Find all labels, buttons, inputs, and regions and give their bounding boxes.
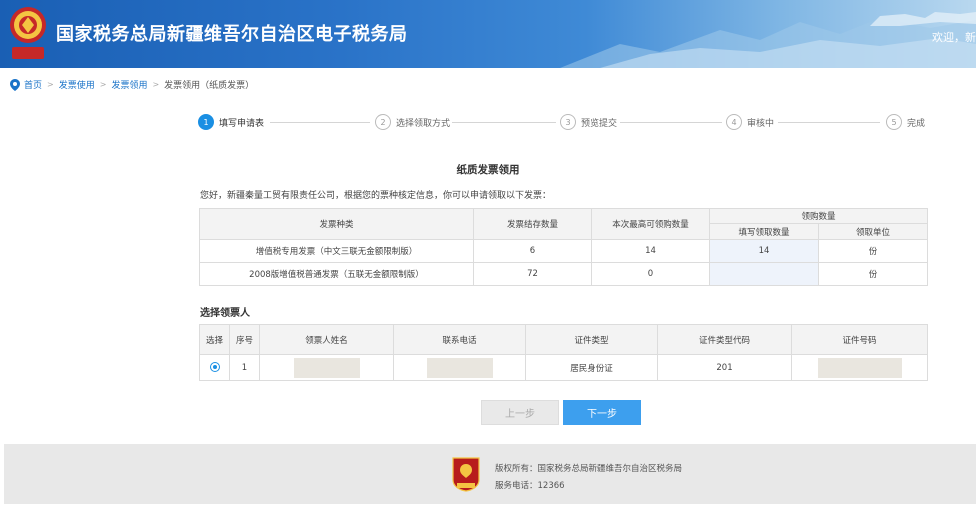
progress-stepper: 1 填写申请表 2 选择领取方式 3 预览提交 4 审核中 5 完成 [198, 114, 928, 132]
recipient-table: 选择 序号 领票人姓名 联系电话 证件类型 证件类型代码 证件号码 1 居民身份… [199, 324, 928, 381]
recipient-radio[interactable] [209, 362, 220, 373]
col-header-claim-group: 领购数量 [708, 208, 929, 224]
col-header-select: 选择 [199, 324, 230, 355]
breadcrumb: 首页 > 发票使用 > 发票领用 > 发票领用（纸质发票） [10, 78, 254, 91]
step-3-label: 预览提交 [581, 118, 618, 129]
col-header-seq: 序号 [229, 324, 260, 355]
redacted-name [293, 357, 360, 378]
next-step-button[interactable]: 下一步 [563, 400, 641, 425]
step-connector [452, 122, 556, 123]
col-header-fill-quantity: 填写领取数量 [709, 223, 819, 240]
step-4-number: 4 [726, 114, 742, 130]
cell-id-type: 居民身份证 [525, 354, 658, 381]
breadcrumb-separator-icon: > [47, 80, 54, 89]
location-pin-icon [10, 78, 20, 91]
site-footer: 版权所有：国家税务总局新疆维吾尔自治区税务局 服务电话：12366 [4, 444, 976, 504]
cell-name [259, 354, 394, 381]
step-1: 1 填写申请表 [198, 114, 264, 130]
step-connector [270, 122, 370, 123]
cell-invoice-type: 增值税专用发票（中文三联无金额限制版） [199, 239, 474, 263]
step-5-number: 5 [886, 114, 902, 130]
cell-stock: 6 [473, 239, 592, 263]
step-3: 3 预览提交 [560, 114, 617, 130]
step-2: 2 选择领取方式 [375, 114, 450, 130]
col-header-id-number: 证件号码 [791, 324, 928, 355]
breadcrumb-home[interactable]: 首页 [24, 78, 42, 91]
tax-bureau-emblem-icon [10, 7, 46, 59]
step-5: 5 完成 [886, 114, 925, 130]
welcome-text: 欢迎，新 [932, 31, 976, 44]
step-1-label: 填写申请表 [219, 118, 265, 129]
col-header-id-type: 证件类型 [525, 324, 658, 355]
redacted-id-number [817, 357, 902, 378]
prev-step-button[interactable]: 上一步 [481, 400, 559, 425]
step-connector [620, 122, 722, 123]
col-header-invoice-type: 发票种类 [199, 208, 474, 240]
section-title: 纸质发票领用 [456, 164, 520, 176]
redacted-phone [426, 357, 493, 378]
col-header-phone: 联系电话 [393, 324, 526, 355]
step-2-number: 2 [375, 114, 391, 130]
breadcrumb-current: 发票领用（纸质发票） [164, 81, 255, 91]
site-title: 国家税务总局新疆维吾尔自治区电子税务局 [56, 24, 408, 45]
cell-unit: 份 [817, 262, 929, 286]
table-row: 增值税专用发票（中文三联无金额限制版） 6 14 14 份 [199, 239, 929, 263]
step-5-label: 完成 [907, 118, 926, 129]
step-connector [778, 122, 880, 123]
col-header-id-type-code: 证件类型代码 [657, 324, 792, 355]
intro-text: 您好，新疆秦量工贸有限责任公司，根据您的票种核定信息，你可以申请领取以下发票： [200, 191, 552, 201]
select-cell [199, 354, 230, 381]
cell-phone [393, 354, 526, 381]
quantity-input[interactable] [709, 262, 819, 286]
cell-id-number [791, 354, 928, 381]
col-header-stock: 发票结存数量 [473, 208, 592, 240]
cell-seq: 1 [229, 354, 260, 381]
quantity-input[interactable]: 14 [709, 239, 819, 263]
breadcrumb-separator-icon: > [152, 80, 160, 89]
col-header-max: 本次最高可领购数量 [591, 208, 710, 240]
cell-max: 14 [591, 239, 710, 263]
breadcrumb-invoice-claim[interactable]: 发票领用 [111, 78, 147, 91]
table-row: 1 居民身份证 201 [199, 354, 928, 381]
step-2-label: 选择领取方式 [396, 118, 451, 129]
picker-title: 选择领票人 [200, 308, 250, 319]
col-header-unit: 领取单位 [817, 223, 929, 240]
step-1-number: 1 [198, 114, 214, 130]
table-row: 2008版增值税普通发票（五联无金额限制版） 72 0 份 [199, 262, 929, 286]
cell-max: 0 [591, 262, 710, 286]
col-header-name: 领票人姓名 [259, 324, 394, 355]
tax-badge-icon [452, 457, 480, 492]
footer-copyright: 版权所有：国家税务总局新疆维吾尔自治区税务局 [495, 464, 683, 474]
breadcrumb-invoice-usage[interactable]: 发票使用 [59, 78, 95, 91]
cell-stock: 72 [473, 262, 592, 286]
invoice-table: 发票种类 发票结存数量 本次最高可领购数量 领购数量 填写领取数量 领取单位 增… [199, 208, 929, 286]
cell-id-type-code: 201 [657, 354, 792, 381]
footer-phone: 服务电话：12366 [495, 481, 565, 491]
site-header: 国家税务总局新疆维吾尔自治区电子税务局 欢迎，新 [0, 0, 976, 68]
cell-unit: 份 [817, 239, 929, 263]
breadcrumb-separator-icon: > [99, 80, 107, 89]
cell-invoice-type: 2008版增值税普通发票（五联无金额限制版） [199, 262, 474, 286]
step-4-label: 审核中 [747, 118, 775, 129]
step-4: 4 审核中 [726, 114, 774, 130]
step-3-number: 3 [560, 114, 576, 130]
